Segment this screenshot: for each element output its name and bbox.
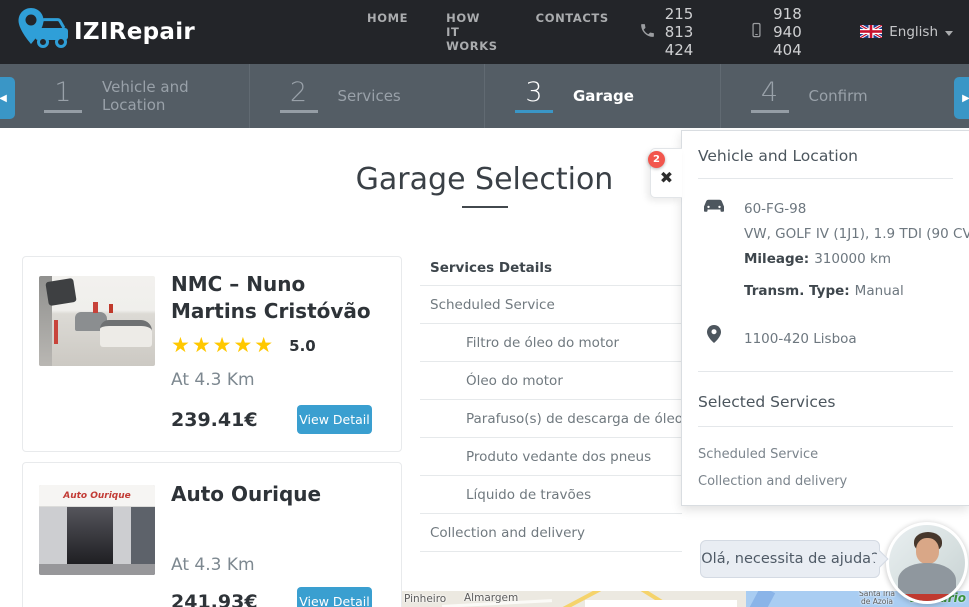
step-vehicle-and-location[interactable]: 1 Vehicle and Location [14,64,249,128]
top-navbar: IZIRepair HOME HOW IT WORKS CONTACTS 215… [0,0,969,64]
service-row-produto-vedante: Produto vedante dos pneus [420,438,682,476]
brand-name: IZIRepair [74,19,196,45]
map-label-pinheiro: Pinheiro [404,593,447,605]
step-progress-bar: ◀ 1 Vehicle and Location 2 Services 3 Ga… [0,64,969,128]
garage-price: 241.93€ [171,591,258,607]
vehicle-model: VW, GOLF IV (1J1), 1.9 TDI (90 CV) [744,226,969,242]
vehicle-transmission: Transm. Type: Manual [744,283,904,299]
step-underline [750,110,789,113]
brand-pin-car-icon [16,7,70,57]
map-road [585,600,737,607]
brand-logo[interactable]: IZIRepair [16,7,195,57]
mobile-number: 918 940 404 [773,5,802,59]
summary-close-button[interactable]: 2 ✖ [648,148,682,198]
garage-rating: ★★★★★ 5.0 [171,335,316,356]
map-label-almargem: Almargem [464,592,519,604]
step-number: 4 [760,77,779,108]
garage-photo-workshop [39,276,155,366]
language-selector[interactable]: English [859,23,953,42]
service-row-parafuso: Parafuso(s) de descarga de óleo [420,400,683,438]
step-label: Garage [573,87,634,105]
nav-link-contacts[interactable]: CONTACTS [536,11,609,53]
divider [698,426,953,427]
chevron-down-icon [945,30,953,36]
selected-service-item: Collection and delivery [698,474,848,489]
mobile-icon [749,21,764,43]
service-row-collection-delivery: Collection and delivery [420,514,682,552]
vehicle-location-header: Vehicle and Location [698,147,859,165]
services-details-header: Services Details [420,250,682,286]
garage-name: NMC – Nuno Martins Cristóvão [171,272,371,323]
garage-distance: At 4.3 Km [171,555,255,575]
step-next-arrow-button[interactable]: ▶ [954,77,969,119]
star-rating-icon: ★★★★★ [171,333,276,357]
service-row-oleo-motor: Óleo do motor [420,362,682,400]
view-detail-button[interactable]: View Detail [297,405,372,434]
landline-number: 215 813 424 [664,5,694,59]
step-number: 2 [289,77,308,108]
view-detail-button[interactable]: View Detail [297,587,372,607]
services-details-table: Services Details Scheduled Service Filtr… [420,250,683,552]
step-label: Vehicle and Location [102,78,189,114]
step-underline [515,110,553,113]
mobile-phone[interactable]: 918 940 404 [749,5,828,59]
chat-agent-avatar[interactable] [886,522,968,604]
landline-phone[interactable]: 215 813 424 [639,5,719,59]
nav-link-home[interactable]: HOME [367,11,408,53]
step-garage-active[interactable]: 3 Garage [484,64,720,128]
rating-value: 5.0 [289,336,316,355]
garage-card-auto-ourique: Auto Ourique Auto Ourique At 4.3 Km 241.… [22,462,402,607]
step-underline [44,110,82,113]
location-pin-icon [707,325,721,347]
garage-price: 239.41€ [171,409,258,431]
selected-services-header: Selected Services [698,393,836,411]
step-confirm[interactable]: 4 Confirm [719,64,956,128]
izirepair-booking-page: IZIRepair HOME HOW IT WORKS CONTACTS 215… [0,0,969,607]
notification-badge: 2 [648,151,665,168]
chat-greeting-bubble[interactable]: Olá, necessita de ajuda? [700,540,889,578]
divider [698,178,953,179]
uk-flag-icon [859,23,884,42]
garage-photo-storefront: Auto Ourique [39,485,155,575]
step-label: Confirm [808,87,868,105]
chat-message: Olá, necessita de ajuda? [701,551,879,567]
close-icon: ✖ [659,167,674,187]
step-underline [279,110,318,113]
step-number: 3 [525,77,543,108]
main-nav: HOME HOW IT WORKS CONTACTS [367,11,609,53]
vehicle-plate: 60-FG-98 [744,201,807,217]
step-services[interactable]: 2 Services [248,64,485,128]
step-label: Services [337,87,401,105]
nav-link-how-it-works[interactable]: HOW IT WORKS [446,11,498,53]
step-prev-arrow-button[interactable]: ◀ [0,77,15,119]
garage-card-nmc: NMC – Nuno Martins Cristóvão ★★★★★ 5.0 A… [22,256,402,452]
vehicle-summary-panel: Vehicle and Location 60-FG-98 VW, GOLF I… [681,130,969,506]
language-label: English [889,24,938,40]
garage-distance: At 4.3 Km [171,370,255,390]
agent-photo [889,525,965,601]
step-number: 1 [54,77,72,108]
user-location: 1100-420 Lisboa [744,331,857,347]
service-row-filtro-oleo: Filtro de óleo do motor [420,324,682,362]
garages-map[interactable]: Pinheiro Almargem Santa Iria de Azoia Es… [402,591,969,607]
garage-name: Auto Ourique [171,482,322,506]
service-row-liquido-travoes: Líquido de travões [420,476,682,514]
title-underline [461,206,508,208]
storefront-sign-text: Auto Ourique [63,490,131,501]
divider [698,371,953,372]
car-icon [702,197,726,218]
vehicle-mileage: Mileage: 310000 km [744,251,891,267]
service-row-scheduled-service: Scheduled Service [420,286,682,324]
phone-icon [639,22,656,43]
steps: 1 Vehicle and Location 2 Services 3 Gara… [14,64,955,128]
selected-service-item: Scheduled Service [698,447,819,462]
